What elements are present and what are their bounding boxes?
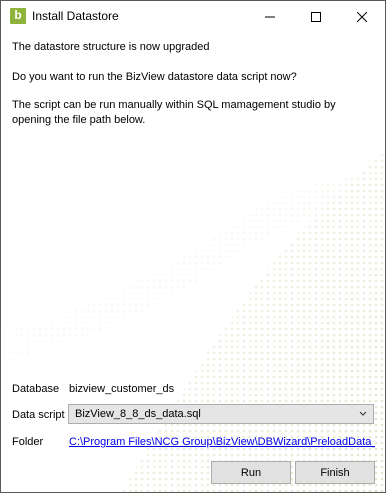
database-label: Database [12, 383, 60, 395]
minimize-button[interactable] [247, 1, 293, 32]
run-script-question: Do you want to run the BizView datastore… [12, 71, 297, 83]
data-script-select[interactable]: BizView_8_8_ds_data.sql [68, 404, 374, 424]
maximize-icon [311, 11, 321, 22]
maximize-button[interactable] [293, 1, 339, 32]
title-bar: b Install Datastore [1, 1, 385, 32]
upgrade-status-message: The datastore structure is now upgraded [12, 41, 210, 53]
close-icon [357, 11, 367, 22]
folder-path-link[interactable]: C:\Program Files\NCG Group\BizView\DBWiz… [69, 436, 375, 448]
database-value: bizview_customer_ds [69, 383, 175, 395]
install-datastore-window: b Install Datastore The datastore struct… [0, 0, 386, 493]
window-title: Install Datastore [32, 9, 119, 23]
manual-run-instructions: The script can be run manually within SQ… [12, 99, 336, 126]
data-script-selected-value: BizView_8_8_ds_data.sql [75, 408, 201, 420]
run-button[interactable]: Run [211, 461, 291, 484]
close-button[interactable] [339, 1, 385, 32]
minimize-icon [265, 16, 275, 17]
folder-label: Folder [12, 436, 44, 448]
finish-button[interactable]: Finish [295, 461, 375, 484]
chevron-down-icon [359, 411, 367, 416]
data-script-label: Data script [12, 409, 65, 421]
bizview-app-icon: b [10, 8, 26, 24]
